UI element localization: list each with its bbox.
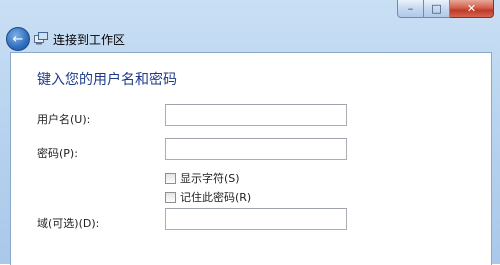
window-title: 连接到工作区: [53, 33, 126, 47]
close-button[interactable]: ✕: [450, 0, 494, 18]
maximize-button[interactable]: □: [424, 0, 450, 18]
page-heading: 键入您的用户名和密码: [37, 72, 177, 88]
domain-input[interactable]: [165, 208, 347, 230]
caption-buttons: – □ ✕: [397, 0, 494, 18]
username-label: 用户名(U):: [37, 113, 91, 126]
show-characters-checkbox-row[interactable]: 显示字符(S): [165, 170, 240, 186]
minimize-button[interactable]: –: [397, 0, 424, 18]
remember-password-label[interactable]: 记住此密码(R): [180, 189, 251, 205]
remember-password-checkbox[interactable]: [165, 191, 176, 203]
title-bar[interactable]: – □ ✕: [0, 0, 500, 28]
password-label: 密码(P):: [37, 147, 78, 160]
content-panel: 键入您的用户名和密码 用户名(U): 密码(P): 显示字符(S) 记住此密码(…: [10, 52, 492, 265]
show-characters-label[interactable]: 显示字符(S): [180, 170, 240, 186]
password-input[interactable]: [165, 138, 347, 160]
back-arrow-icon: ←: [12, 31, 24, 47]
navigation-bar: ← 连接到工作区: [0, 26, 500, 52]
username-input[interactable]: [165, 104, 347, 126]
remoteapp-icon: [34, 32, 48, 45]
dialog-window: – □ ✕ ← 连接到工作区 键入您的用户名和密码 用户名(U): 密码(P):…: [0, 0, 500, 265]
show-characters-checkbox[interactable]: [165, 172, 176, 184]
domain-label: 域(可选)(D):: [37, 217, 100, 230]
back-button[interactable]: ←: [6, 27, 30, 51]
remember-password-checkbox-row[interactable]: 记住此密码(R): [165, 189, 251, 205]
